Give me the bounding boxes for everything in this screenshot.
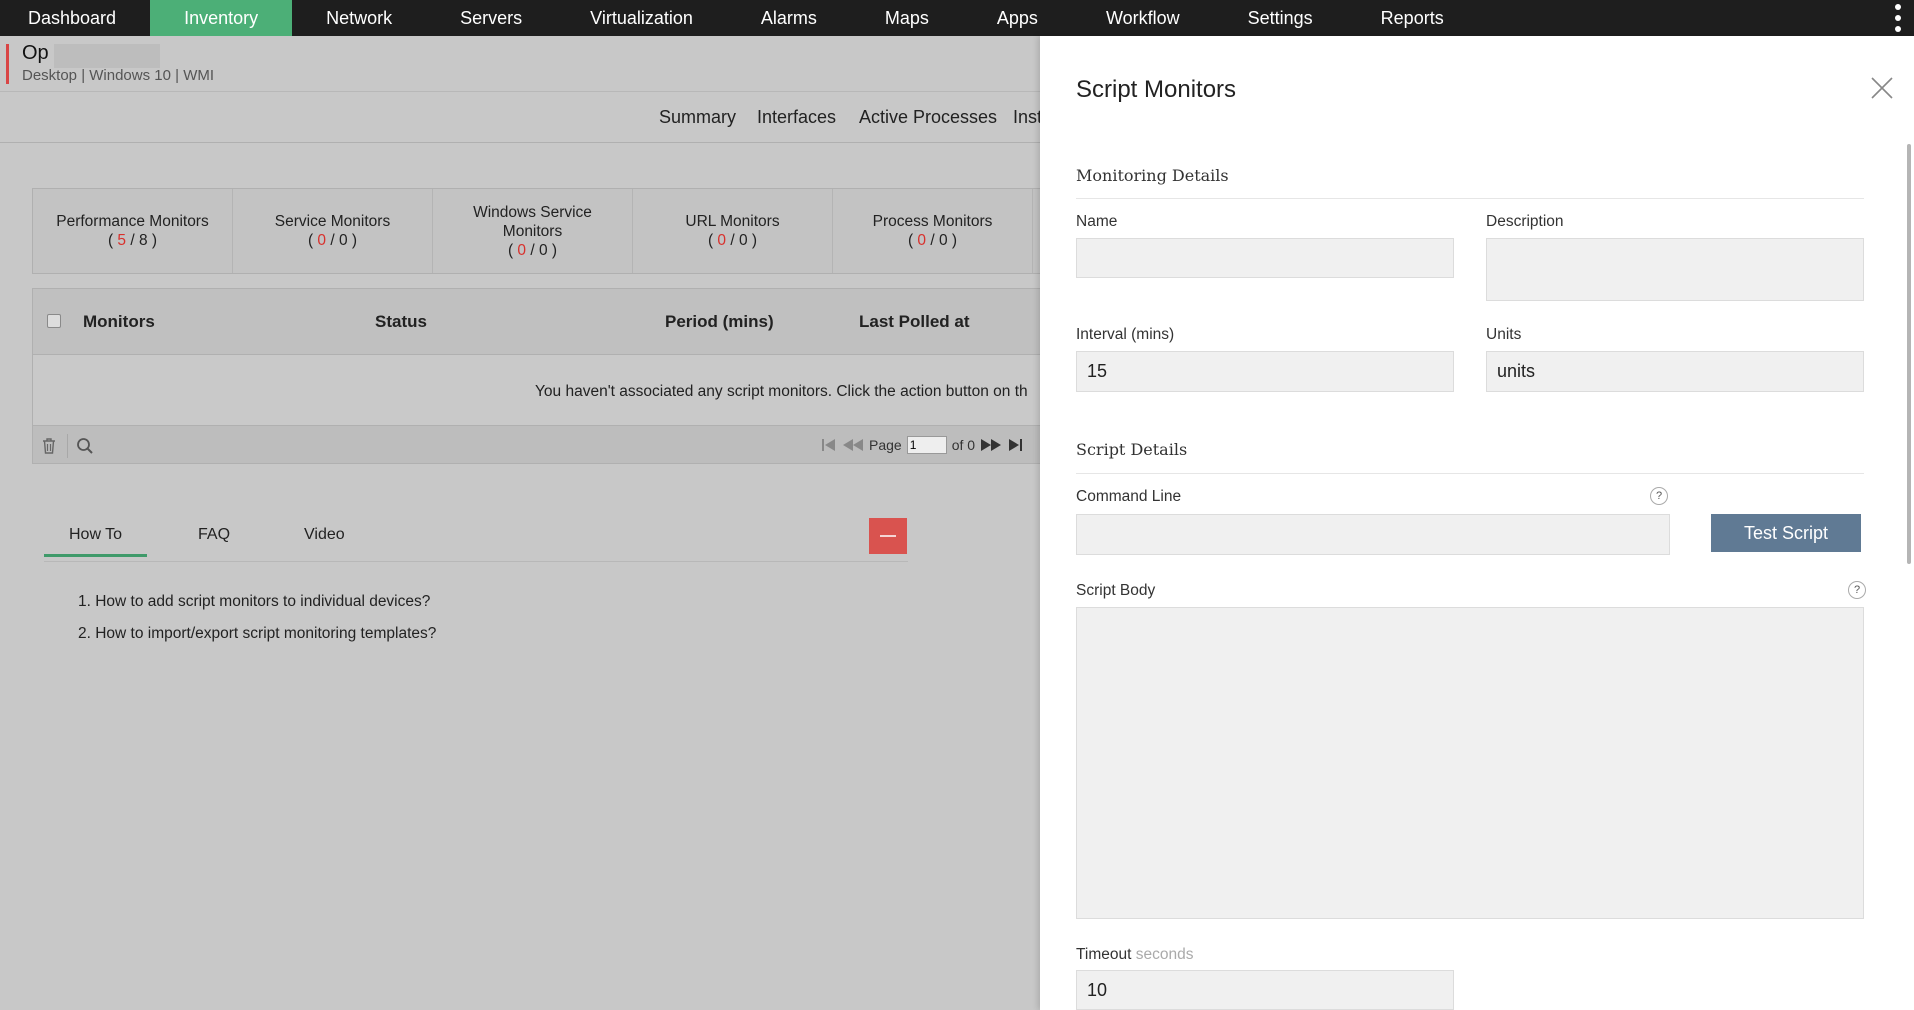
table-header: Monitors Status Period (mins) Last Polle… <box>33 289 1041 355</box>
col-status[interactable]: Status <box>375 312 427 332</box>
interval-label: Interval (mins) <box>1076 326 1175 343</box>
tab-summary[interactable]: Summary <box>659 107 736 128</box>
footer-divider <box>67 434 68 458</box>
page-total: of 0 <box>951 437 976 453</box>
script-monitors-drawer: Script Monitors Monitoring Details Name … <box>1040 36 1914 1010</box>
name-field[interactable] <box>1076 238 1454 278</box>
minus-icon <box>880 535 896 537</box>
tab-active-processes[interactable]: Active Processes <box>859 107 997 128</box>
trash-icon[interactable] <box>37 434 61 458</box>
process-monitors-box[interactable]: Process Monitors ( 0 / 0 ) <box>833 189 1033 273</box>
description-field[interactable] <box>1486 238 1864 301</box>
nav-alarms[interactable]: Alarms <box>727 0 851 36</box>
next-page-icon[interactable] <box>980 438 1002 452</box>
windows-service-monitors-box[interactable]: Windows Service Monitors ( 0 / 0 ) <box>433 189 633 273</box>
service-monitors-box[interactable]: Service Monitors ( 0 / 0 ) <box>233 189 433 273</box>
interval-field[interactable] <box>1076 351 1454 392</box>
search-icon[interactable] <box>73 434 97 458</box>
tab-how-to[interactable]: How To <box>44 526 148 557</box>
first-page-icon[interactable] <box>821 438 837 452</box>
how-to-link[interactable]: 2. How to import/export script monitorin… <box>78 618 436 650</box>
mon-count: ( 0 / 0 ) <box>707 232 758 249</box>
script-body-help-icon[interactable]: ? <box>1848 581 1866 599</box>
timeout-unit: seconds <box>1135 946 1194 963</box>
performance-monitors-box[interactable]: Performance Monitors ( 5 / 8 ) <box>33 189 233 273</box>
units-field[interactable] <box>1486 351 1864 392</box>
command-line-field[interactable] <box>1076 514 1670 555</box>
empty-table-message: You haven't associated any script monito… <box>535 383 1028 400</box>
nav-network[interactable]: Network <box>292 0 426 36</box>
col-last-polled[interactable]: Last Polled at <box>859 312 970 332</box>
tab-video[interactable]: Video <box>304 526 345 544</box>
timeout-field[interactable] <box>1076 970 1454 1010</box>
last-page-icon[interactable] <box>1007 438 1023 452</box>
tab-interfaces[interactable]: Interfaces <box>757 107 836 128</box>
col-monitors[interactable]: Monitors <box>83 312 155 332</box>
nav-maps[interactable]: Maps <box>851 0 963 36</box>
nav-virtualization[interactable]: Virtualization <box>556 0 727 36</box>
mon-label: Windows Service Monitors <box>473 203 592 240</box>
timeout-label: Timeout seconds <box>1076 946 1193 964</box>
table-footer: Page of 0 <box>33 425 1041 463</box>
mon-label: URL Monitors <box>685 213 780 230</box>
script-body-label: Script Body <box>1076 582 1156 599</box>
select-all-checkbox[interactable] <box>47 314 61 328</box>
script-details-heading: Script Details <box>1076 440 1188 459</box>
mon-label: Process Monitors <box>872 213 993 230</box>
nav-dashboard[interactable]: Dashboard <box>0 0 150 36</box>
col-period[interactable]: Period (mins) <box>665 312 774 332</box>
close-icon[interactable] <box>1868 74 1896 102</box>
nav-servers[interactable]: Servers <box>426 0 556 36</box>
drawer-title: Script Monitors <box>1076 76 1237 103</box>
collapse-help-button[interactable] <box>869 518 907 554</box>
how-to-list: 1. How to add script monitors to individ… <box>78 586 436 650</box>
command-line-help-icon[interactable]: ? <box>1650 487 1668 505</box>
how-to-link[interactable]: 1. How to add script monitors to individ… <box>78 586 436 618</box>
mon-label: Performance Monitors <box>56 213 209 230</box>
nav-workflow[interactable]: Workflow <box>1072 0 1214 36</box>
command-line-label: Command Line <box>1076 488 1182 505</box>
name-label: Name <box>1076 213 1118 230</box>
tab-installed[interactable]: Inst <box>1013 107 1042 128</box>
drawer-scrollbar[interactable] <box>1904 144 1914 564</box>
help-tabs: How To FAQ Video <box>44 514 908 562</box>
device-status-accent <box>6 44 9 84</box>
section-divider <box>1076 198 1864 199</box>
monitor-summary: Performance Monitors ( 5 / 8 ) Service M… <box>32 188 1042 274</box>
device-meta: Desktop | Windows 10 | WMI <box>22 67 215 84</box>
timeout-label-text: Timeout <box>1076 946 1132 963</box>
script-monitors-table: Monitors Status Period (mins) Last Polle… <box>32 288 1042 464</box>
script-body-field[interactable] <box>1076 607 1864 919</box>
device-name: Op <box>22 42 49 64</box>
section-divider <box>1076 473 1864 474</box>
mon-label: Service Monitors <box>274 213 391 230</box>
top-nav: Dashboard Inventory Network Servers Virt… <box>0 0 1914 36</box>
tab-faq[interactable]: FAQ <box>198 526 230 544</box>
monitoring-details-heading: Monitoring Details <box>1076 166 1229 185</box>
mon-count: ( 5 / 8 ) <box>107 232 158 249</box>
nav-reports[interactable]: Reports <box>1347 0 1478 36</box>
mon-count: ( 0 / 0 ) <box>307 232 358 249</box>
mon-count: ( 0 / 0 ) <box>507 241 558 259</box>
device-name-redacted <box>54 44 160 68</box>
device-subtabs: Summary Interfaces Active Processes Inst <box>0 93 1042 143</box>
description-label: Description <box>1486 213 1564 230</box>
nav-inventory[interactable]: Inventory <box>150 0 293 36</box>
more-options-icon[interactable] <box>1894 4 1902 32</box>
device-header: Op Desktop | Windows 10 | WMI <box>0 36 1040 92</box>
test-script-button[interactable]: Test Script <box>1711 514 1861 552</box>
nav-settings[interactable]: Settings <box>1214 0 1347 36</box>
prev-page-icon[interactable] <box>842 438 864 452</box>
nav-apps[interactable]: Apps <box>963 0 1072 36</box>
mon-count: ( 0 / 0 ) <box>907 232 958 249</box>
pagination: Page of 0 <box>821 436 1023 454</box>
units-label: Units <box>1486 326 1522 343</box>
url-monitors-box[interactable]: URL Monitors ( 0 / 0 ) <box>633 189 833 273</box>
page-number-input[interactable] <box>906 436 947 454</box>
page-label: Page <box>869 437 902 453</box>
